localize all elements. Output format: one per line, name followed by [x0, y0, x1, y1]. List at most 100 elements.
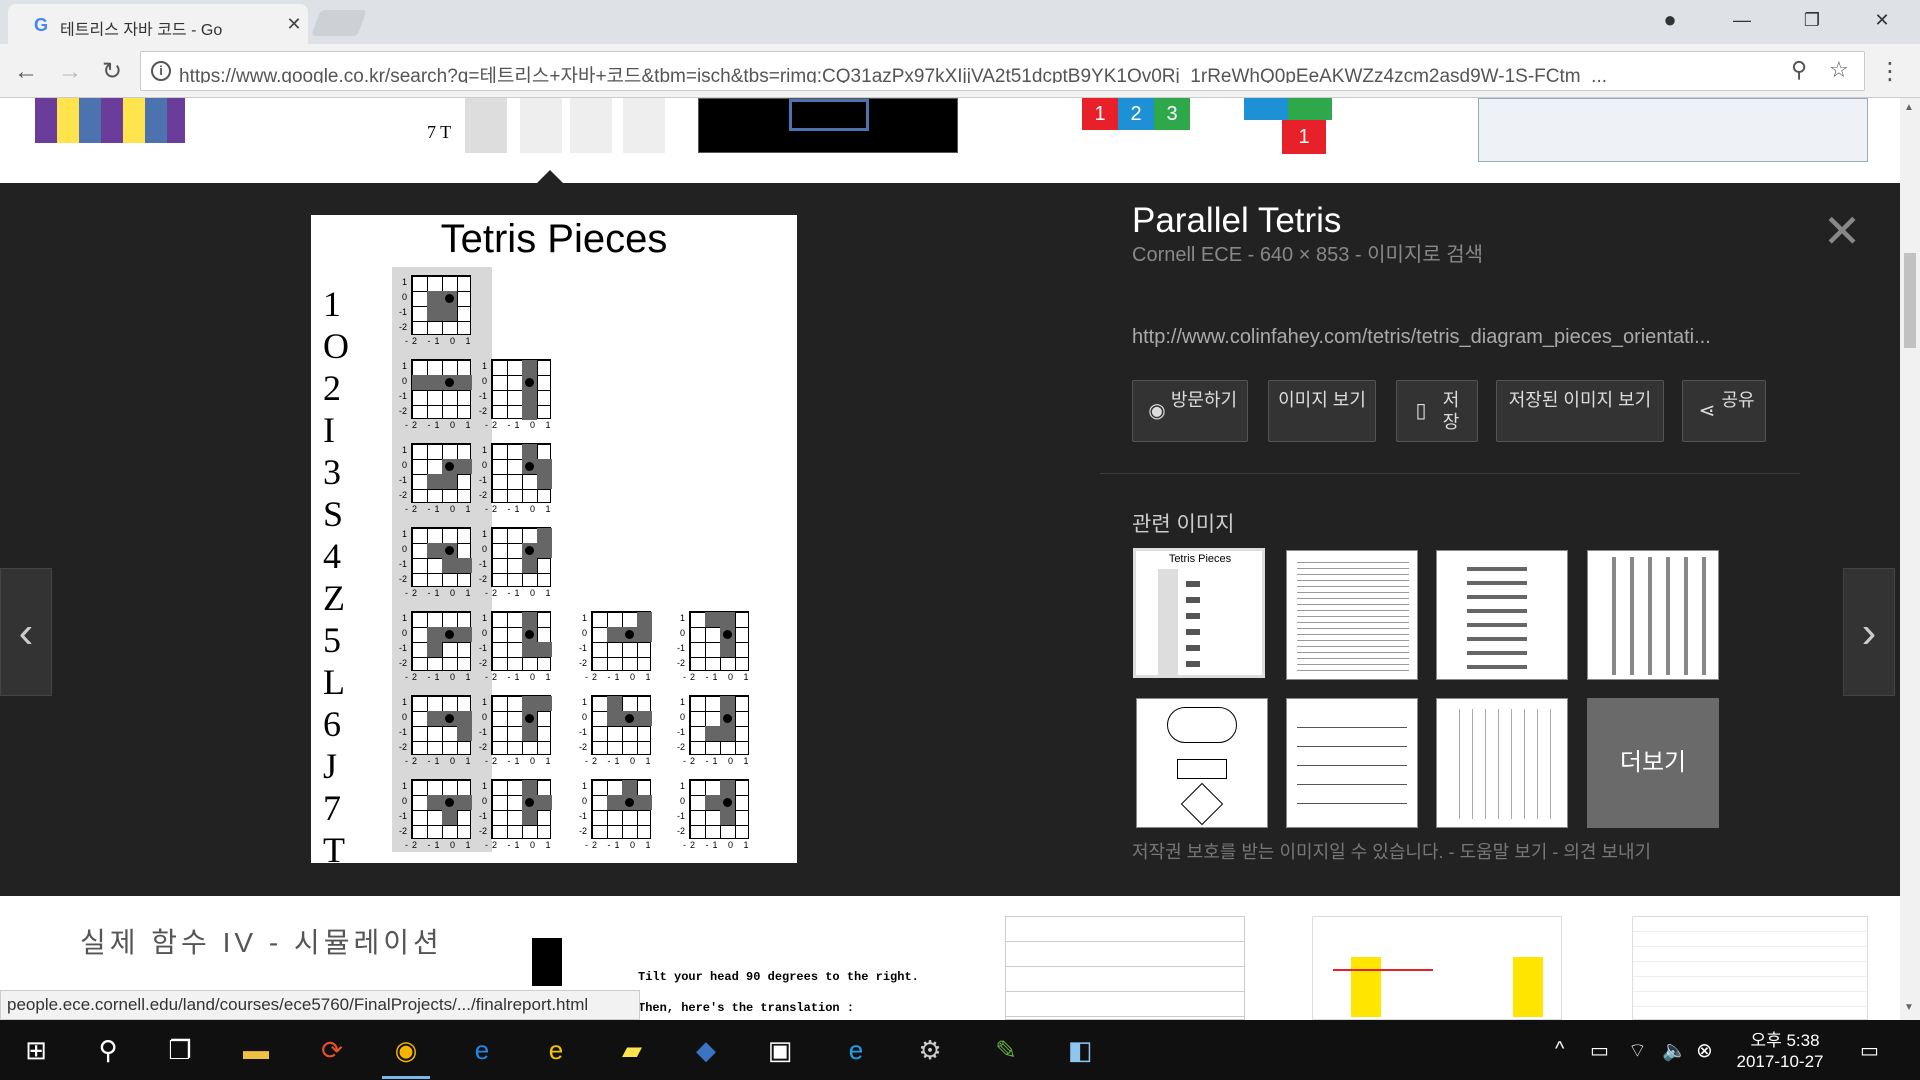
piece-orientation-grid	[491, 443, 552, 503]
filled-cell	[720, 642, 735, 657]
profile-icon[interactable]: ●	[1642, 0, 1698, 40]
internet-explorer-icon[interactable]: e	[536, 1030, 576, 1070]
previous-image-arrow-icon[interactable]: ‹	[0, 568, 52, 696]
related-thumbnail[interactable]	[1286, 698, 1418, 828]
next-image-arrow-icon[interactable]: ›	[1843, 568, 1895, 696]
related-thumbnail[interactable]	[1436, 698, 1568, 828]
axis-y-labels: 1 0 -1 -2	[398, 361, 407, 416]
volume-icon[interactable]: 🔈	[1662, 1038, 1687, 1063]
piece-orientation-grid	[689, 695, 749, 755]
piece-label: 3 S	[323, 452, 354, 534]
image-title[interactable]: Parallel Tetris	[1132, 201, 1341, 241]
view-image-button[interactable]: 이미지 보기	[1268, 380, 1376, 442]
related-thumbnail[interactable]	[1436, 550, 1568, 680]
info-icon[interactable]: i	[151, 61, 171, 81]
chrome-icon[interactable]: ◉	[386, 1030, 426, 1070]
address-bar[interactable]: i https://www.google.co.kr/search?q=테트리스…	[140, 51, 1865, 91]
related-thumbnail[interactable]	[1136, 698, 1268, 828]
new-tab-button[interactable]	[311, 10, 367, 36]
sticky-notes-icon[interactable]: ▰	[612, 1030, 652, 1070]
app-icon[interactable]: ◧	[1060, 1030, 1100, 1070]
image-source[interactable]: Cornell ECE - 640 × 853 - 이미지로 검색	[1132, 238, 1483, 267]
star-icon[interactable]: ☆	[1829, 57, 1849, 83]
eclipse-like-icon[interactable]: ◆	[686, 1030, 726, 1070]
piece-orientation-grid	[491, 359, 551, 420]
sync-app-icon[interactable]: ⟳	[312, 1030, 352, 1070]
result-thumbnail[interactable]	[698, 98, 958, 153]
result-thumbnail[interactable]	[1632, 916, 1868, 1020]
zoom-icon[interactable]: ⚲	[1791, 57, 1807, 83]
related-thumbnail[interactable]	[1587, 550, 1719, 680]
filled-cell	[522, 726, 537, 741]
notification-x-icon[interactable]: ⊗	[1696, 1038, 1713, 1063]
forward-arrow-icon[interactable]: →	[56, 58, 84, 86]
bookmark-icon: ▯	[1415, 400, 1427, 422]
preview-image[interactable]: Tetris Pieces 1 O 1 0 -1 -2 -2 -1 0 12 I 1 0 -1-…	[311, 215, 797, 870]
reload-icon[interactable]: ↻	[98, 58, 126, 86]
save-button[interactable]: ▯ 저장	[1396, 380, 1478, 442]
pivot-dot	[625, 798, 634, 807]
related-thumbnail[interactable]	[1286, 550, 1418, 680]
maximize-button[interactable]: ❐	[1784, 0, 1840, 40]
ie-pinned-icon[interactable]: e	[836, 1030, 876, 1070]
axis-x-labels: -2 -1 0 1	[405, 840, 475, 850]
status-url: people.ece.cornell.edu/land/courses/ece5…	[0, 990, 640, 1020]
close-icon[interactable]: ✕	[1822, 208, 1862, 254]
filled-cell	[622, 780, 637, 795]
image-url[interactable]: http://www.colinfahey.com/tetris/tetris_…	[1132, 326, 1762, 349]
result-snippet-line[interactable]: Tilt your head 90 degrees to the right.	[638, 970, 919, 984]
share-button[interactable]: ⋖ 공유	[1682, 380, 1766, 442]
scrollbar-thumb[interactable]	[1904, 253, 1916, 348]
result-thumbnail[interactable]	[1478, 98, 1868, 162]
filled-cell	[720, 810, 735, 825]
pivot-dot	[723, 798, 732, 807]
result-thumbnail[interactable]	[1312, 916, 1562, 1020]
axis-x-labels: -2 -1 0 1	[683, 672, 753, 682]
minimize-button[interactable]: —	[1714, 0, 1770, 40]
url-text[interactable]: https://www.google.co.kr/search?q=테트리스+자…	[179, 61, 1799, 83]
battery-icon[interactable]: ▭	[1590, 1038, 1609, 1063]
result-thumbnail[interactable]: 1 2 3	[1082, 98, 1202, 132]
result-thumbnail[interactable]: 7 T	[425, 98, 670, 158]
search-icon[interactable]: ⚲	[88, 1030, 128, 1070]
result-thumbnail[interactable]	[532, 938, 562, 986]
result-thumbnail[interactable]: 1	[1244, 98, 1334, 160]
tab-close-icon[interactable]: ✕	[284, 14, 304, 34]
notepad-icon[interactable]: ✎	[986, 1030, 1026, 1070]
scroll-up-icon[interactable]: ▲	[1904, 102, 1914, 113]
kebab-menu-icon[interactable]: ⋮	[1876, 58, 1904, 86]
photos-icon[interactable]: ▣	[760, 1030, 800, 1070]
copyright-notice[interactable]: 저작권 보호를 받는 이미지일 수 있습니다. - 도움말 보기 - 의견 보내…	[1132, 838, 1752, 864]
clock-date[interactable]: 2017-10-27	[1730, 1052, 1830, 1072]
chevron-up-icon[interactable]: ^	[1555, 1038, 1564, 1061]
axis-y-labels: 1 0 -1 -2	[398, 529, 407, 584]
related-thumbnail[interactable]: Tetris Pieces	[1133, 548, 1265, 678]
filled-cell	[427, 642, 442, 657]
piece-orientation-grid	[411, 275, 471, 335]
windows-start-icon[interactable]: ⊞	[16, 1030, 56, 1070]
filled-cell	[522, 444, 537, 459]
filled-cell	[522, 558, 537, 573]
action-center-icon[interactable]: ▭	[1860, 1038, 1879, 1063]
axis-y-labels: 1 0 -1 -2	[478, 361, 487, 416]
clock-time[interactable]: 오후 5:38	[1740, 1026, 1830, 1051]
scroll-down-icon[interactable]: ▼	[1904, 1002, 1914, 1013]
settings-gear-icon[interactable]: ⚙	[910, 1030, 950, 1070]
more-button[interactable]: 더보기	[1587, 698, 1719, 828]
result-caption[interactable]: 실제 함수 IV - 시뮬레이션	[80, 921, 443, 961]
back-arrow-icon[interactable]: ←	[12, 58, 40, 86]
filled-cell	[522, 780, 537, 795]
file-explorer-icon[interactable]: ▬	[236, 1030, 276, 1070]
result-thumbnail[interactable]	[1005, 916, 1245, 1020]
result-snippet-line[interactable]: Then, here's the translation :	[638, 1001, 854, 1015]
scrollbar[interactable]: ▲ ▼	[1900, 98, 1920, 1020]
close-window-button[interactable]: ✕	[1854, 0, 1910, 40]
visit-button[interactable]: ◉ 방문하기	[1132, 380, 1248, 442]
saved-images-button[interactable]: 저장된 이미지 보기	[1496, 380, 1664, 442]
result-thumbnail[interactable]	[35, 98, 185, 143]
edge-icon[interactable]: e	[462, 1030, 502, 1070]
filled-cell	[522, 360, 537, 375]
browser-tab[interactable]: G 테트리스 자바 코드 - Go ✕	[8, 4, 308, 44]
task-view-icon[interactable]: ❐	[160, 1030, 200, 1070]
wifi-icon[interactable]: ⌔	[1628, 1038, 1647, 1063]
